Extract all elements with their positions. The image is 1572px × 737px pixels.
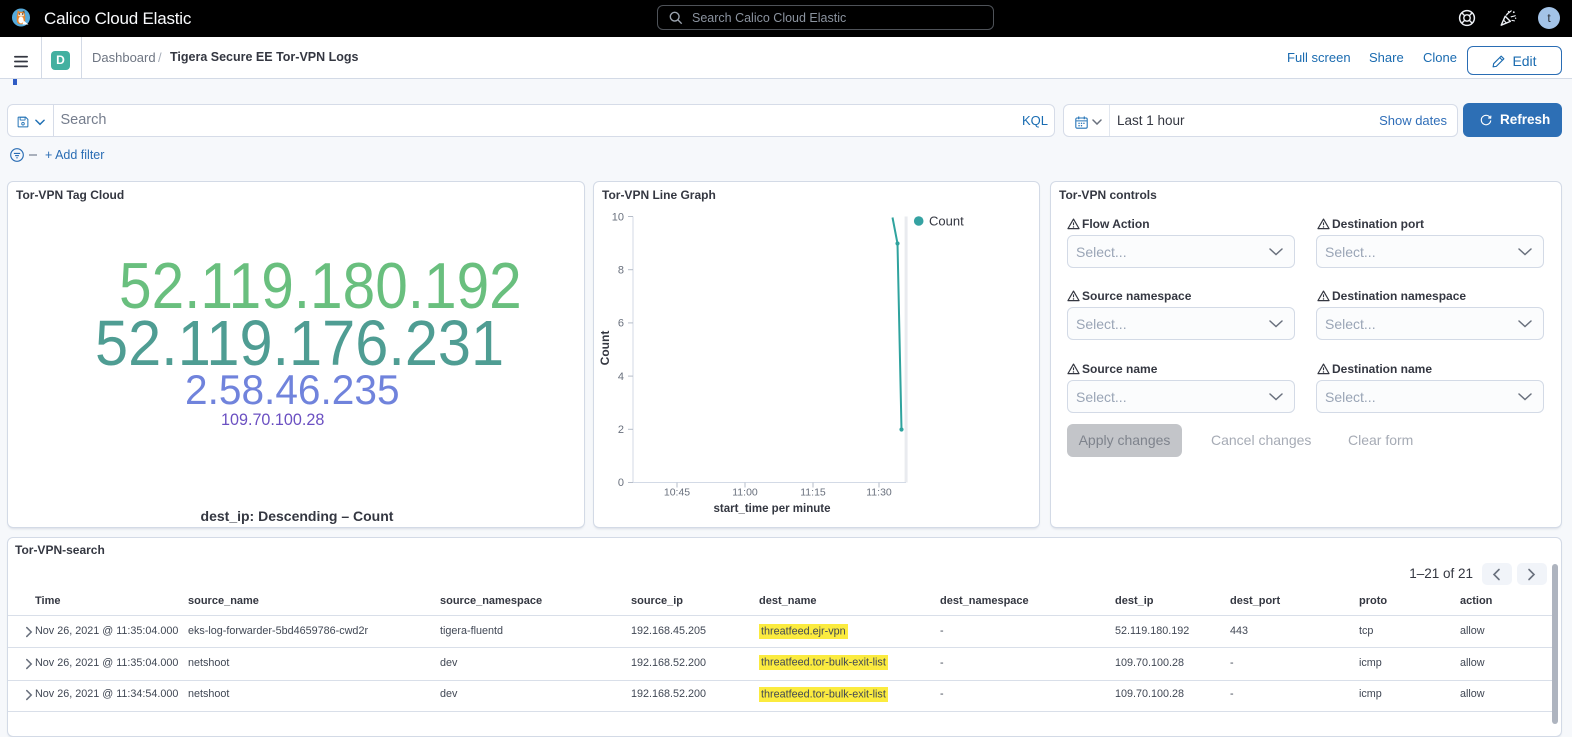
- svg-text:11:00: 11:00: [732, 487, 758, 499]
- svg-text:10: 10: [612, 212, 624, 224]
- svg-text:4: 4: [618, 371, 624, 383]
- svg-text:Count: Count: [598, 331, 612, 366]
- svg-text:start_time per minute: start_time per minute: [714, 503, 831, 515]
- svg-text:6: 6: [618, 318, 624, 330]
- svg-text:10:45: 10:45: [664, 487, 690, 499]
- svg-text:11:30: 11:30: [866, 487, 892, 499]
- svg-text:0: 0: [618, 477, 624, 489]
- svg-text:Count: Count: [929, 214, 964, 229]
- svg-text:8: 8: [618, 265, 624, 277]
- svg-text:2: 2: [618, 424, 624, 436]
- svg-text:11:15: 11:15: [800, 487, 826, 499]
